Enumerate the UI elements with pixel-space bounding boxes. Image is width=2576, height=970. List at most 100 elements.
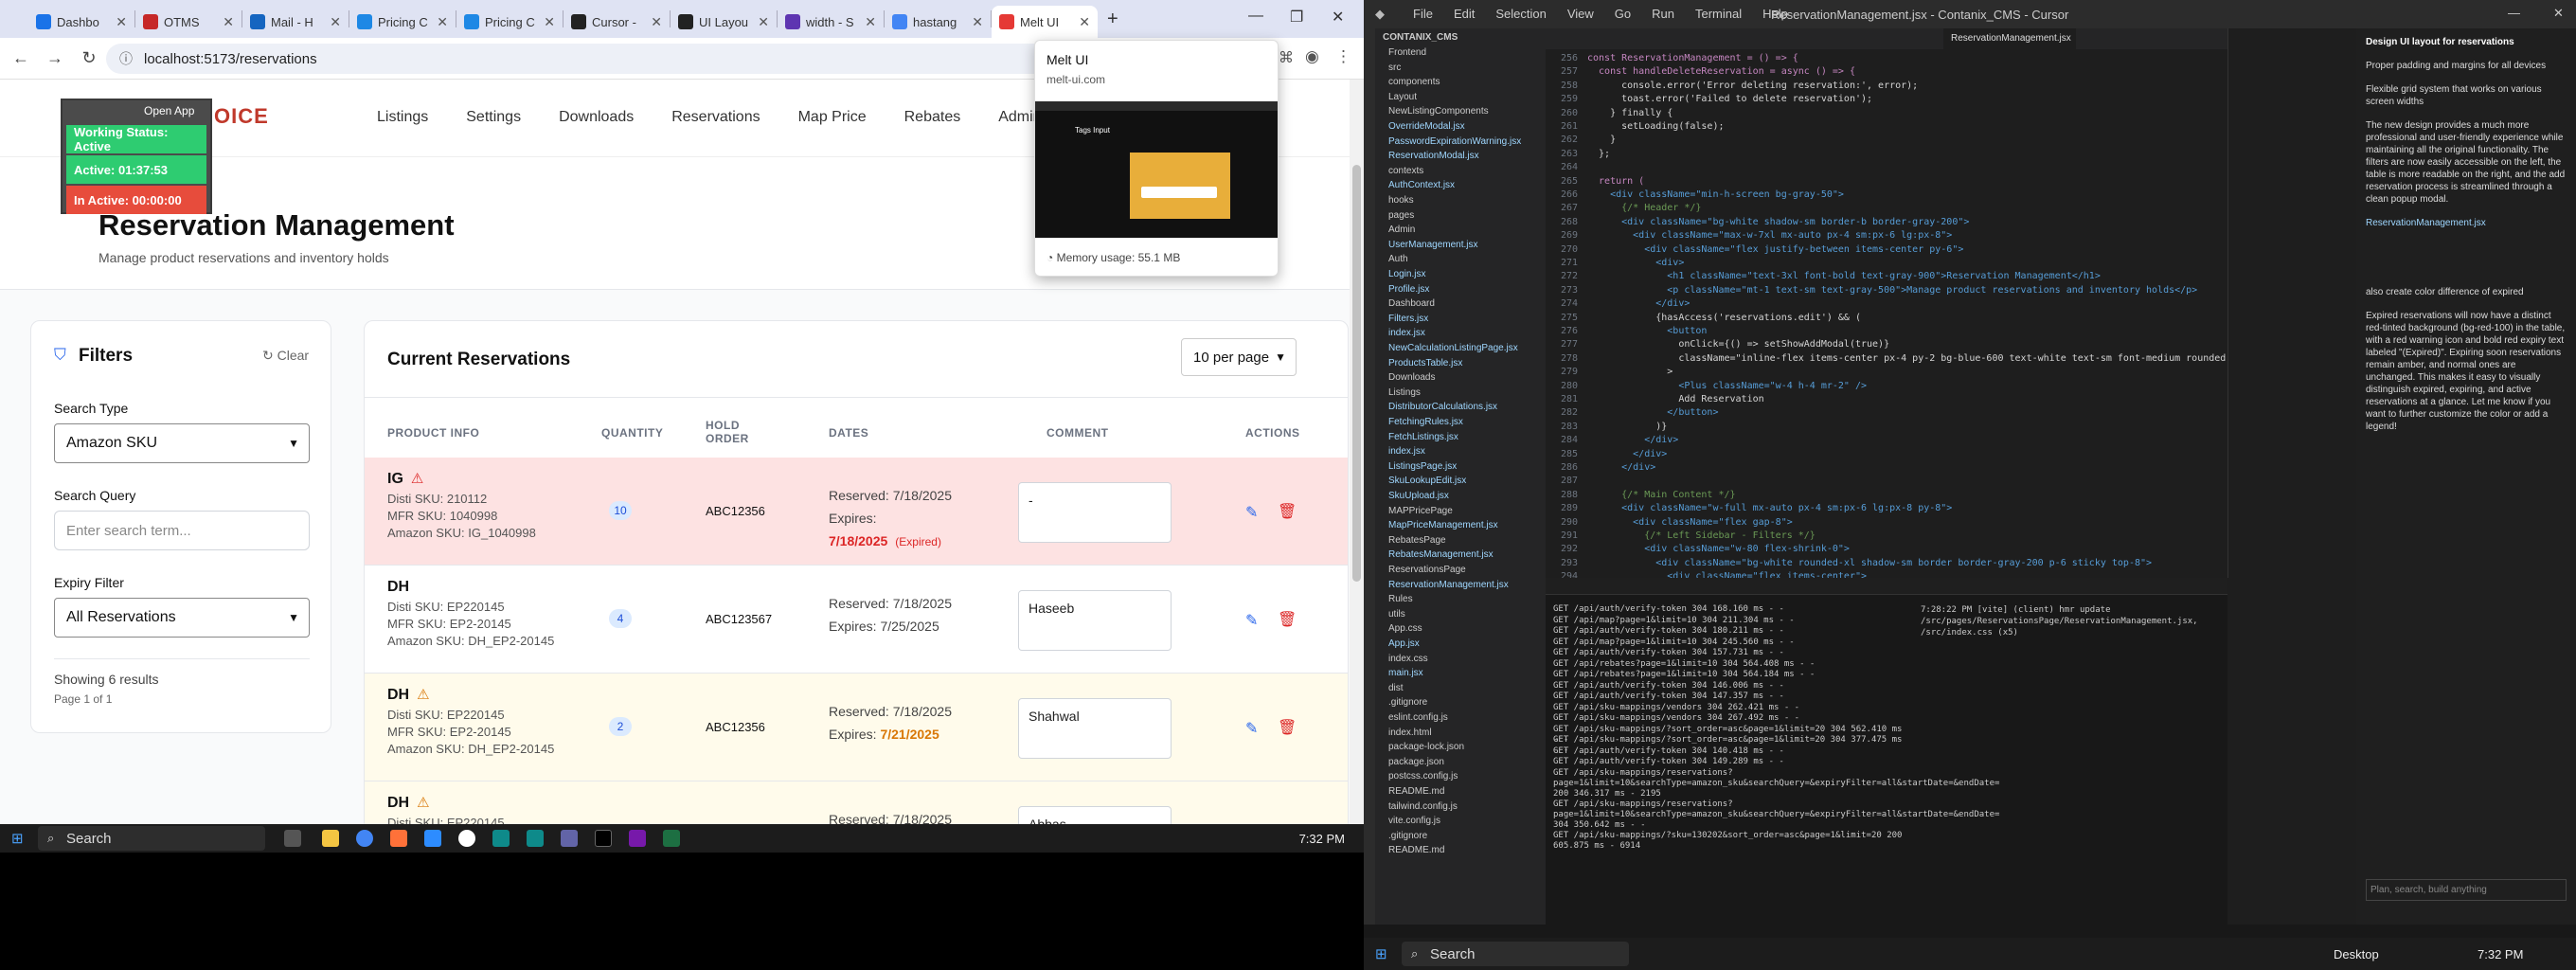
start-icon[interactable]: ⊞ bbox=[1375, 945, 1387, 962]
comment-box[interactable]: - bbox=[1018, 482, 1172, 543]
app-icon[interactable] bbox=[458, 830, 475, 847]
explorer-item[interactable]: hooks bbox=[1388, 195, 1414, 206]
menu-run[interactable]: Run bbox=[1652, 7, 1674, 21]
taskbar-clock[interactable]: 7:32 PM bbox=[2478, 947, 2523, 961]
explorer-item[interactable]: NewCalculationListingPage.jsx bbox=[1388, 343, 1518, 353]
back-icon[interactable]: ← bbox=[4, 48, 38, 68]
delete-icon[interactable]: 🗑 bbox=[1278, 718, 1297, 737]
close-window-icon[interactable]: ✕ bbox=[1332, 8, 1344, 27]
open-app-button[interactable]: Open App bbox=[144, 104, 194, 117]
search-query-input[interactable]: Enter search term... bbox=[54, 511, 310, 550]
explorer-item[interactable]: index.css bbox=[1388, 654, 1428, 664]
taskbar-search[interactable]: ⌕ Search bbox=[1402, 942, 1629, 966]
explorer-item[interactable]: Frontend bbox=[1388, 47, 1426, 58]
new-tab-icon[interactable]: + bbox=[1098, 9, 1128, 30]
tab-close-icon[interactable]: ✕ bbox=[437, 14, 448, 30]
explorer-item[interactable]: .gitignore bbox=[1388, 697, 1427, 708]
explorer-item[interactable]: MAPPricePage bbox=[1388, 506, 1453, 516]
explorer-item[interactable]: Admin bbox=[1388, 225, 1415, 235]
extensions-icon[interactable]: ⌘ bbox=[1279, 48, 1294, 67]
edit-icon[interactable]: ✎ bbox=[1245, 503, 1258, 522]
explorer-item[interactable]: postcss.config.js bbox=[1388, 771, 1458, 781]
tab-close-icon[interactable]: ✕ bbox=[972, 14, 983, 30]
browser-tab[interactable]: hastang ✕ bbox=[885, 6, 991, 38]
explorer-item[interactable]: main.jsx bbox=[1388, 668, 1423, 678]
menu-file[interactable]: File bbox=[1413, 7, 1433, 21]
explorer-item[interactable]: dist bbox=[1388, 683, 1404, 693]
minimap[interactable] bbox=[2227, 28, 2356, 578]
zoom-icon[interactable] bbox=[424, 830, 441, 847]
explorer-item[interactable]: OverrideModal.jsx bbox=[1388, 121, 1465, 132]
per-page-select[interactable]: 10 per page ▼ bbox=[1181, 338, 1297, 376]
start-icon[interactable]: ⊞ bbox=[11, 830, 24, 847]
reload-icon[interactable]: ↻ bbox=[72, 48, 106, 68]
nav-downloads[interactable]: Downloads bbox=[559, 109, 634, 126]
cursor-icon[interactable] bbox=[595, 830, 612, 847]
explorer-item[interactable]: Profile.jsx bbox=[1388, 284, 1429, 295]
teams-icon[interactable] bbox=[561, 830, 578, 847]
explorer-item[interactable]: vite.config.js bbox=[1388, 816, 1440, 826]
search-type-select[interactable]: Amazon SKU ▼ bbox=[54, 423, 310, 463]
explorer-item[interactable]: RebatesPage bbox=[1388, 535, 1446, 546]
explorer-item[interactable]: eslint.config.js bbox=[1388, 712, 1448, 723]
explorer-item[interactable]: MapPriceManagement.jsx bbox=[1388, 520, 1498, 530]
explorer-item[interactable]: index.jsx bbox=[1388, 328, 1425, 338]
explorer-item[interactable]: ReservationModal.jsx bbox=[1388, 151, 1479, 161]
expiry-filter-select[interactable]: All Reservations ▼ bbox=[54, 598, 310, 638]
explorer-item[interactable]: .gitignore bbox=[1388, 831, 1427, 841]
nav-rebates[interactable]: Rebates bbox=[904, 109, 961, 126]
explorer-item[interactable]: tailwind.config.js bbox=[1388, 801, 1458, 812]
taskbar-search[interactable]: ⌕ Search bbox=[38, 826, 265, 851]
explorer-item[interactable]: Layout bbox=[1388, 92, 1417, 102]
editor-tab-active[interactable]: ReservationManagement.jsx bbox=[1943, 28, 2076, 49]
browser-tab[interactable]: UI Layou ✕ bbox=[671, 6, 777, 38]
explorer-item[interactable]: pages bbox=[1388, 210, 1414, 221]
minimize-icon[interactable]: — bbox=[2508, 6, 2520, 20]
comment-box[interactable]: Haseeb bbox=[1018, 590, 1172, 651]
comment-box[interactable]: Abbas bbox=[1018, 806, 1172, 824]
chrome-icon[interactable] bbox=[356, 830, 373, 847]
explorer-item[interactable]: utils bbox=[1388, 609, 1405, 620]
browser-tab[interactable]: Cursor - ✕ bbox=[564, 6, 670, 38]
delete-icon[interactable]: 🗑 bbox=[1278, 502, 1297, 521]
onenote-icon[interactable] bbox=[629, 830, 646, 847]
tab-close-icon[interactable]: ✕ bbox=[116, 14, 127, 30]
browser-tab[interactable]: OTMS ✕ bbox=[135, 6, 242, 38]
explorer-item[interactable]: App.jsx bbox=[1388, 638, 1420, 649]
menu-selection[interactable]: Selection bbox=[1495, 7, 1546, 21]
minimize-icon[interactable]: — bbox=[1248, 8, 1263, 25]
explorer-item[interactable]: src bbox=[1388, 63, 1401, 73]
explorer-item[interactable]: package-lock.json bbox=[1388, 742, 1464, 752]
explorer-item[interactable]: README.md bbox=[1388, 786, 1444, 797]
nav-settings[interactable]: Settings bbox=[466, 109, 521, 126]
explorer-item[interactable]: DistributorCalculations.jsx bbox=[1388, 402, 1497, 412]
task-view-icon[interactable] bbox=[284, 830, 301, 847]
tab-close-icon[interactable]: ✕ bbox=[651, 14, 662, 30]
profile-icon[interactable]: ◉ bbox=[1305, 47, 1319, 66]
excel-icon[interactable] bbox=[663, 830, 680, 847]
browser-tab[interactable]: Mail - H ✕ bbox=[242, 6, 349, 38]
explorer-item[interactable]: ProductsTable.jsx bbox=[1388, 358, 1462, 368]
code-editor[interactable]: ReservationManagement.jsx 256 const Reser… bbox=[1546, 28, 2227, 582]
menu-go[interactable]: Go bbox=[1615, 7, 1631, 21]
more-menu-icon[interactable]: ⋮ bbox=[1335, 47, 1351, 66]
terminal-panel[interactable]: 7:28:22 PM [vite] (client) hmr update /s… bbox=[1546, 578, 2227, 928]
explorer-item[interactable]: SkuUpload.jsx bbox=[1388, 491, 1449, 501]
nav-map-price[interactable]: Map Price bbox=[798, 109, 867, 126]
explorer-item[interactable]: ReservationsPage bbox=[1388, 565, 1466, 575]
explorer-item[interactable]: FetchingRules.jsx bbox=[1388, 417, 1463, 427]
tab-close-icon[interactable]: ✕ bbox=[758, 14, 769, 30]
scrollbar-thumb[interactable] bbox=[1352, 165, 1361, 582]
comment-box[interactable]: Shahwal bbox=[1018, 698, 1172, 759]
app-icon[interactable] bbox=[492, 830, 510, 847]
tab-close-icon[interactable]: ✕ bbox=[544, 14, 555, 30]
firefox-icon[interactable] bbox=[390, 830, 407, 847]
explorer-item[interactable]: ReservationManagement.jsx bbox=[1388, 580, 1509, 590]
explorer-item[interactable]: index.html bbox=[1388, 728, 1432, 738]
explorer-item[interactable]: Filters.jsx bbox=[1388, 314, 1428, 324]
browser-tab[interactable]: Dashbo ✕ bbox=[28, 6, 134, 38]
browser-tab[interactable]: Melt UI ✕ bbox=[992, 6, 1098, 38]
explorer-item[interactable]: index.jsx bbox=[1388, 446, 1425, 457]
menu-terminal[interactable]: Terminal bbox=[1695, 7, 1742, 21]
menu-edit[interactable]: Edit bbox=[1454, 7, 1475, 21]
